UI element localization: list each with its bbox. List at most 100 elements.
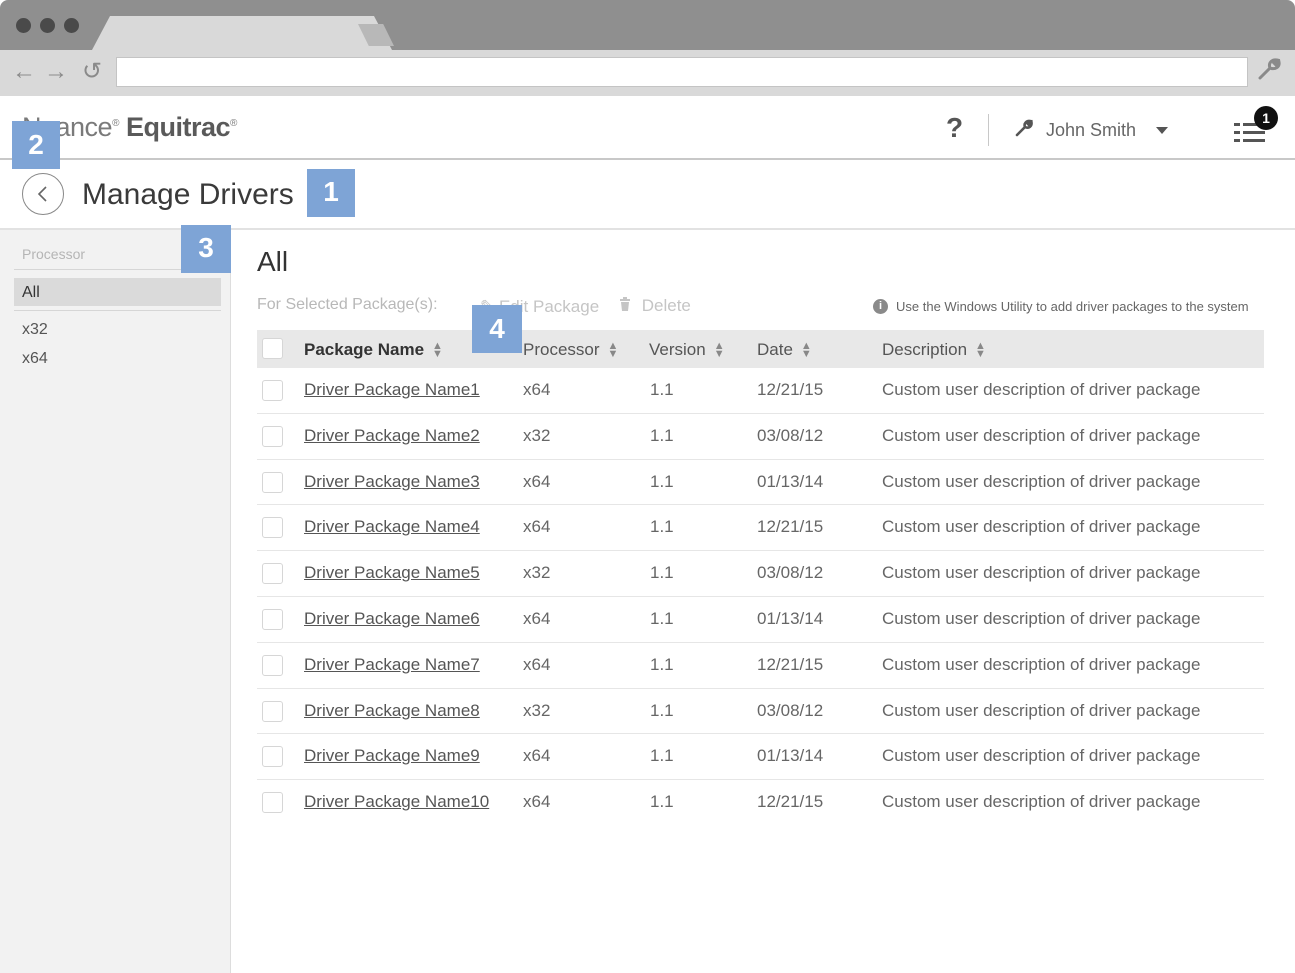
version-cell: 1.1 xyxy=(650,517,674,537)
package-name-link[interactable]: Driver Package Name2 xyxy=(304,426,480,446)
column-header-processor[interactable]: Processor ▲ ▼ xyxy=(523,340,618,360)
table-row: Driver Package Name1 x64 1.1 12/21/15 Cu… xyxy=(257,368,1264,414)
table-row: Driver Package Name5 x32 1.1 03/08/12 Cu… xyxy=(257,551,1264,597)
sort-icon: ▲ ▼ xyxy=(975,340,986,360)
back-button[interactable] xyxy=(22,173,64,215)
package-name-link[interactable]: Driver Package Name5 xyxy=(304,563,480,583)
table-row: Driver Package Name9 x64 1.1 01/13/14 Cu… xyxy=(257,734,1264,781)
version-cell: 1.1 xyxy=(650,563,674,583)
processor-cell: x32 xyxy=(523,425,551,445)
table-row: Driver Package Name3 x64 1.1 01/13/14 Cu… xyxy=(257,460,1264,506)
description-cell: Custom user description of driver packag… xyxy=(882,380,1201,399)
column-label-processor: Processor xyxy=(523,340,600,359)
table-row: Driver Package Name8 x32 1.1 03/08/12 Cu… xyxy=(257,689,1264,735)
package-name-link[interactable]: Driver Package Name4 xyxy=(304,517,480,537)
browser-titlebar xyxy=(0,0,1295,50)
sidebar-divider xyxy=(14,310,221,311)
row-checkbox[interactable] xyxy=(262,425,283,447)
user-menu-button[interactable]: John Smith xyxy=(1014,118,1169,143)
window-minimize-dot[interactable] xyxy=(40,18,55,33)
date-cell: 12/21/15 xyxy=(757,517,824,537)
callout-marker-2: 2 xyxy=(12,121,60,169)
row-checkbox[interactable] xyxy=(262,380,283,401)
forward-arrow-icon[interactable]: → xyxy=(44,58,68,86)
processor-cell: x64 xyxy=(523,792,551,812)
package-name-link[interactable]: Driver Package Name7 xyxy=(304,655,480,675)
package-name-link[interactable]: Driver Package Name3 xyxy=(304,472,480,492)
table-row: Driver Package Name6 x64 1.1 01/13/14 Cu… xyxy=(257,597,1264,643)
user-name: John Smith xyxy=(1046,120,1137,140)
row-checkbox[interactable] xyxy=(262,700,283,722)
processor-cell: x32 xyxy=(523,700,551,720)
notifications-list-button[interactable]: 1 xyxy=(1234,106,1278,144)
delete-label: Delete xyxy=(641,296,691,315)
row-checkbox[interactable] xyxy=(262,471,283,493)
processor-cell: x64 xyxy=(523,471,551,491)
select-all-checkbox[interactable] xyxy=(262,338,283,359)
list-icon xyxy=(1234,123,1240,126)
description-cell: Custom user description of driver packag… xyxy=(882,471,1201,491)
row-checkbox[interactable] xyxy=(262,792,283,814)
header-divider xyxy=(988,114,989,146)
row-checkbox[interactable] xyxy=(262,563,283,585)
wrench-icon xyxy=(1014,118,1034,143)
processor-cell: x64 xyxy=(523,608,551,628)
table-row: Driver Package Name2 x32 1.1 03/08/12 Cu… xyxy=(257,414,1264,460)
browser-tab[interactable] xyxy=(92,16,392,50)
version-cell: 1.1 xyxy=(650,471,674,491)
browser-toolbar: ← → ↺ xyxy=(0,50,1295,96)
sort-icon: ▲ ▼ xyxy=(713,340,725,360)
address-bar[interactable] xyxy=(116,57,1248,87)
column-header-date[interactable]: Date ▲ ▼ xyxy=(757,340,812,360)
column-header-description[interactable]: Description ▲ ▼ xyxy=(882,340,986,360)
selected-packages-label: For Selected Package(s): xyxy=(257,296,438,313)
row-checkbox[interactable] xyxy=(262,608,283,630)
description-cell: Custom user description of driver packag… xyxy=(882,654,1201,674)
package-name-link[interactable]: Driver Package Name1 xyxy=(304,380,480,400)
window-close-dot[interactable] xyxy=(16,18,31,33)
processor-filter-sidebar: Processor All x32 x64 xyxy=(0,230,231,973)
chevron-down-icon xyxy=(1156,127,1169,134)
callout-marker-1: 1 xyxy=(307,169,355,217)
column-header-version[interactable]: Version ▲ ▼ xyxy=(649,340,725,360)
column-label-description: Description xyxy=(882,340,968,359)
date-cell: 01/13/14 xyxy=(757,608,824,628)
section-heading: All xyxy=(257,246,289,277)
version-cell: 1.1 xyxy=(650,792,674,812)
driver-packages-table: Package Name ▲ ▼ Processor ▲ ▼ Version ▲ ▼ … xyxy=(257,330,1264,826)
row-checkbox[interactable] xyxy=(262,517,283,539)
description-cell: Custom user description of driver packag… xyxy=(882,608,1201,628)
table-row: Driver Package Name7 x64 1.1 12/21/15 Cu… xyxy=(257,643,1264,689)
callout-marker-3: 3 xyxy=(181,225,231,273)
row-checkbox[interactable] xyxy=(262,746,283,768)
processor-cell: x64 xyxy=(523,746,551,766)
page-title: Manage Drivers xyxy=(82,178,294,211)
row-checkbox[interactable] xyxy=(262,654,283,676)
reload-icon[interactable]: ↺ xyxy=(82,58,102,86)
back-arrow-icon[interactable]: ← xyxy=(12,58,36,86)
package-name-link[interactable]: Driver Package Name6 xyxy=(304,609,480,629)
processor-cell: x64 xyxy=(523,654,551,674)
delete-button[interactable]: Delete xyxy=(619,296,691,316)
date-cell: 12/21/15 xyxy=(757,654,824,674)
sidebar-item-x32[interactable]: x32 xyxy=(14,315,221,343)
column-label-date: Date xyxy=(757,340,793,359)
column-header-package-name[interactable]: Package Name ▲ ▼ xyxy=(304,340,443,360)
callout-marker-4: 4 xyxy=(472,305,522,353)
package-name-link[interactable]: Driver Package Name9 xyxy=(304,746,480,766)
version-cell: 1.1 xyxy=(650,608,674,628)
table-row: Driver Package Name10 x64 1.1 12/21/15 C… xyxy=(257,780,1264,826)
package-name-link[interactable]: Driver Package Name8 xyxy=(304,701,480,721)
column-label-version: Version xyxy=(649,340,706,359)
help-button[interactable]: ? xyxy=(946,112,963,144)
browser-settings-wrench-icon[interactable] xyxy=(1256,56,1282,89)
description-cell: Custom user description of driver packag… xyxy=(882,792,1201,812)
notification-badge: 1 xyxy=(1254,106,1278,130)
window-maximize-dot[interactable] xyxy=(64,18,79,33)
sidebar-item-x64[interactable]: x64 xyxy=(14,344,221,372)
sidebar-item-all[interactable]: All xyxy=(14,278,221,306)
description-cell: Custom user description of driver packag… xyxy=(882,517,1201,537)
sort-icon: ▲ ▼ xyxy=(432,340,443,360)
date-cell: 01/13/14 xyxy=(757,746,824,766)
package-name-link[interactable]: Driver Package Name10 xyxy=(304,792,489,812)
